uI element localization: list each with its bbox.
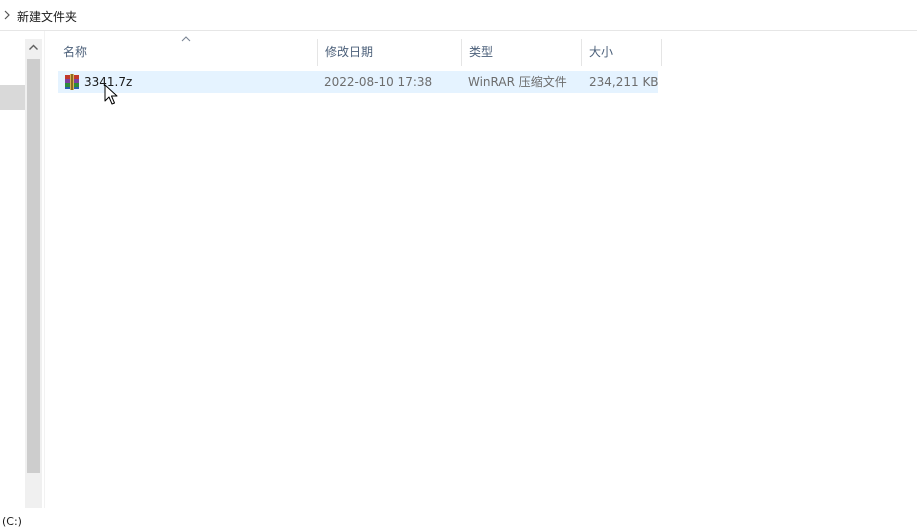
breadcrumb-folder[interactable]: 新建文件夹 (17, 8, 77, 25)
nav-selected-item[interactable] (0, 85, 25, 110)
address-bar[interactable]: 新建文件夹 (0, 0, 917, 31)
scroll-up-arrow-icon[interactable] (25, 39, 42, 56)
mouse-cursor-icon (104, 84, 118, 105)
file-type: WinRAR 压缩文件 (468, 75, 567, 89)
winrar-archive-icon (65, 74, 79, 90)
column-header-name-label: 名称 (63, 45, 88, 59)
nav-drive-c[interactable]: (C:) (2, 515, 22, 528)
column-header-size[interactable]: 大小 (582, 39, 662, 66)
file-date: 2022-08-10 17:38 (324, 75, 433, 89)
file-size: 234,211 KB (589, 75, 659, 89)
column-header-type[interactable]: 类型 (462, 39, 582, 66)
scroll-thumb[interactable] (27, 59, 40, 473)
column-header-date-label: 修改日期 (325, 45, 374, 59)
column-header-name[interactable]: 名称 (56, 39, 318, 66)
navigation-pane: (C:) (0, 31, 25, 528)
column-header-size-label: 大小 (589, 45, 614, 59)
pane-divider[interactable] (44, 31, 45, 508)
column-header-type-label: 类型 (469, 45, 494, 59)
nav-scrollbar[interactable] (25, 39, 42, 508)
column-header-date[interactable]: 修改日期 (318, 39, 462, 66)
chevron-right-icon[interactable] (3, 9, 11, 21)
file-row[interactable]: 3341.7z 2022-08-10 17:38 WinRAR 压缩文件 234… (58, 71, 659, 93)
